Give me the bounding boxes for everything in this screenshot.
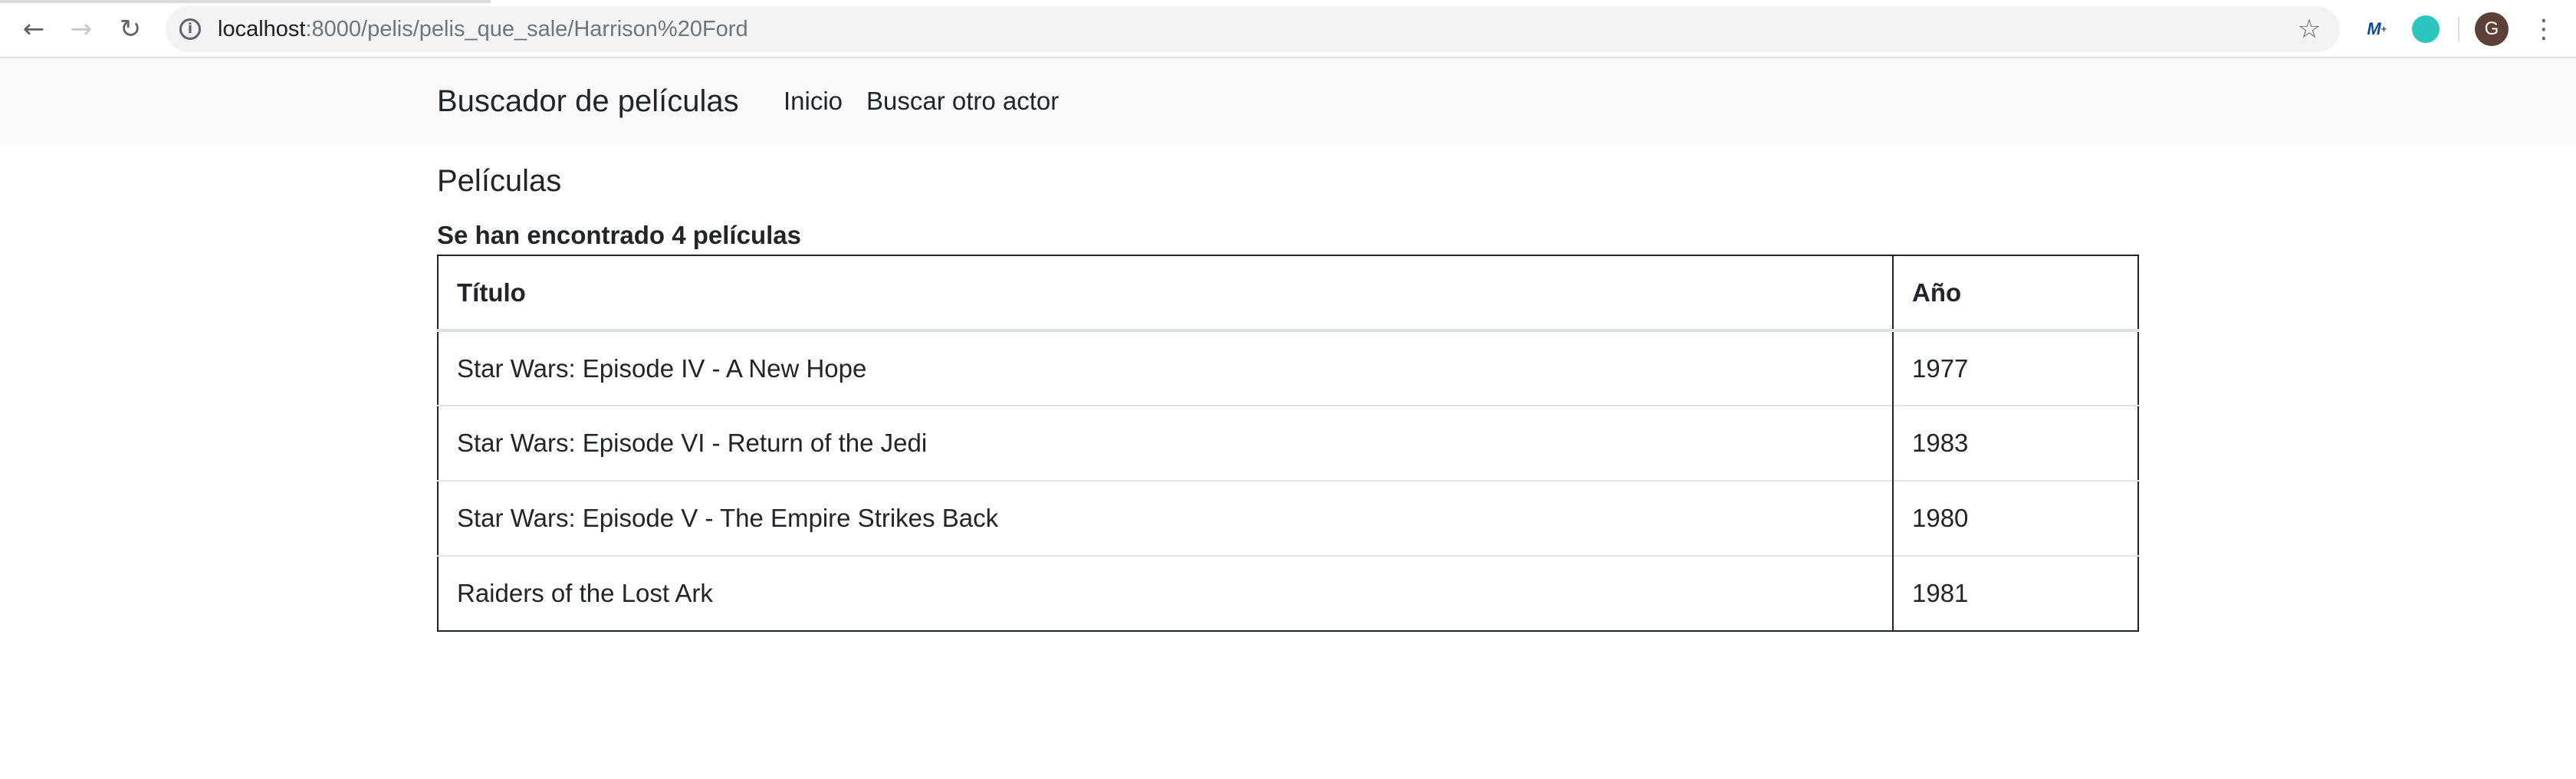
result-count-text: Se han encontrado 4 películas [437, 221, 801, 249]
column-header-year: Año [1892, 255, 2138, 332]
toolbar-divider [2458, 17, 2459, 41]
movie-title-cell: Star Wars: Episode IV - A New Hope [457, 353, 867, 383]
movie-year-cell: 1983 [1892, 405, 2138, 481]
movies-table: Título Año Star Wars: Episode IV - A New… [437, 255, 2139, 632]
address-bar[interactable]: i localhost:8000/pelis/pelis_que_sale/Ha… [166, 6, 2340, 52]
movie-title-cell: Star Wars: Episode VI - Return of the Je… [438, 405, 1893, 481]
navbar-brand[interactable]: Buscador de películas [437, 58, 739, 144]
url-host: localhost [218, 16, 306, 41]
url-text[interactable]: localhost:8000/pelis/pelis_que_sale/Harr… [218, 6, 748, 52]
site-navbar: Buscador de películas Inicio Buscar otro… [0, 58, 2576, 144]
teal-circle-extension-icon[interactable] [2412, 15, 2440, 43]
table-row: Star Wars: Episode IV - A New Hope 1977 [438, 330, 2138, 406]
movie-title-cell: Raiders of the Lost Ark [438, 555, 1893, 631]
table-row: Star Wars: Episode VI - Return of the Je… [438, 405, 2138, 481]
movie-year-cell: 1981 [1892, 555, 2138, 631]
table-row: Star Wars: Episode V - The Empire Strike… [438, 480, 2138, 556]
bookmark-star-icon[interactable]: ☆ [2292, 12, 2326, 46]
table-row: Raiders of the Lost Ark 1981 [438, 555, 2138, 631]
page-title: Películas [437, 164, 562, 198]
movie-year-cell: 1977 [1892, 330, 2138, 406]
reload-icon[interactable]: ↻ [107, 9, 153, 49]
profile-avatar[interactable]: G [2475, 12, 2509, 46]
tab-strip-edge [0, 0, 491, 3]
kebab-menu-icon[interactable]: ⋮ [2528, 11, 2559, 48]
column-header-title: Título [438, 255, 1893, 332]
url-path: :8000/pelis/pelis_que_sale/Harrison%20Fo… [305, 16, 748, 41]
info-icon[interactable]: i [179, 18, 201, 40]
movie-title-cell: Star Wars: Episode V - The Empire Strike… [438, 480, 1893, 556]
movie-year-cell: 1980 [1892, 480, 2138, 556]
nav-link-inicio[interactable]: Inicio [784, 58, 843, 144]
browser-toolbar: ← → ↻ i localhost:8000/pelis/pelis_que_s… [0, 0, 2576, 58]
movistar-extension-icon[interactable]: M + [2361, 14, 2392, 44]
table-header-row: Título Año [438, 255, 2138, 332]
nav-link-buscar-otro-actor[interactable]: Buscar otro actor [866, 58, 1059, 144]
back-arrow-icon[interactable]: ← [11, 9, 57, 49]
forward-arrow-icon[interactable]: → [58, 9, 104, 49]
